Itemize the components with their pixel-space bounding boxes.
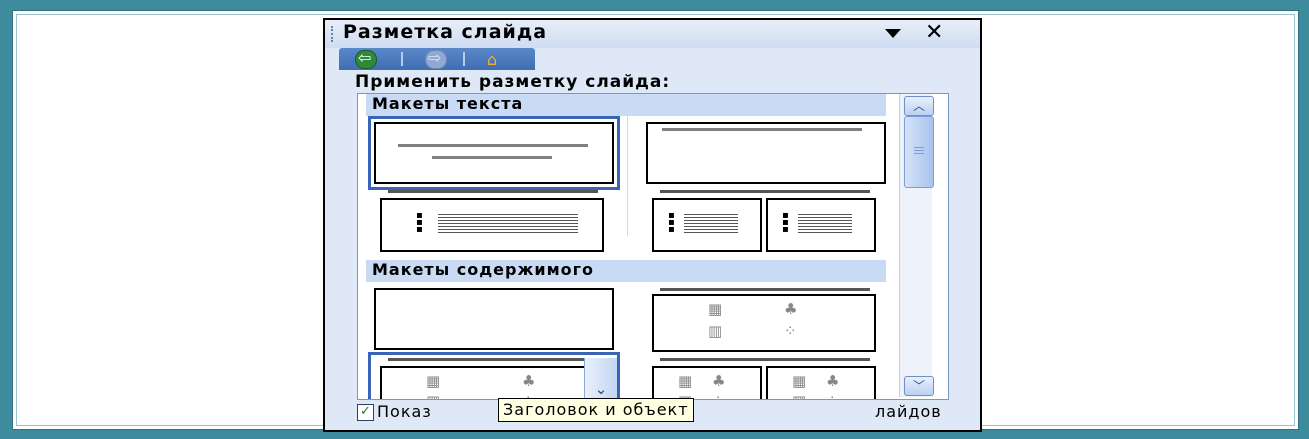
layout-gallery: Макеты текста ▪ ▪ ▪ ▪ ▪ ▪ ▪ ▪ ▪ Макеты с… bbox=[357, 93, 949, 400]
slide-layout-pane: Разметка слайда ✕ ⌂ Применить разметку с… bbox=[323, 18, 982, 432]
pane-nav-toolbar: ⌂ bbox=[339, 48, 535, 70]
layout-title-slide[interactable] bbox=[368, 116, 620, 190]
clipart-icon: ♣ bbox=[522, 372, 536, 390]
pane-titlebar: Разметка слайда ✕ bbox=[325, 20, 980, 48]
section-content-layouts: Макеты содержимого bbox=[366, 260, 886, 282]
gallery-scrollbar[interactable]: ︿ ﹀ bbox=[899, 94, 934, 397]
scroll-down-button[interactable]: ﹀ bbox=[904, 376, 934, 396]
layout-tooltip: Заголовок и объект bbox=[498, 398, 694, 422]
pane-menu-dropdown-icon[interactable] bbox=[885, 29, 901, 38]
home-icon[interactable]: ⌂ bbox=[487, 50, 497, 69]
apply-layout-label: Применить разметку слайда: bbox=[355, 72, 671, 92]
layout-dropdown-button[interactable]: ⌄ bbox=[584, 358, 617, 399]
table-icon: ▦ bbox=[426, 372, 441, 390]
pane-title: Разметка слайда bbox=[343, 21, 548, 43]
layout-title-two-content[interactable]: ▦ ♣ ▥ ⁘ ▦ ♣ ▥ ⁘ bbox=[646, 358, 886, 399]
diagram-icon: ⁘ bbox=[784, 322, 797, 340]
layout-title-only[interactable] bbox=[646, 122, 886, 184]
back-arrow-icon[interactable] bbox=[355, 48, 377, 69]
table-icon: ▦ bbox=[708, 300, 723, 318]
section-text-layouts: Макеты текста bbox=[366, 94, 886, 116]
scroll-up-button[interactable]: ︿ bbox=[904, 96, 934, 116]
layout-content[interactable]: ▦ ♣ ▥ ⁘ bbox=[646, 288, 886, 352]
layout-blank[interactable] bbox=[374, 288, 614, 350]
layout-title-two-columns-text[interactable]: ▪ ▪ ▪ ▪ ▪ ▪ bbox=[646, 190, 886, 252]
table-icon: ▦ bbox=[792, 372, 807, 390]
layout-title-and-text[interactable]: ▪ ▪ ▪ bbox=[374, 190, 614, 252]
close-icon[interactable]: ✕ bbox=[925, 20, 943, 45]
clipart-icon: ♣ bbox=[712, 372, 726, 390]
drag-grip-icon[interactable] bbox=[331, 26, 337, 42]
scroll-thumb[interactable] bbox=[904, 116, 934, 188]
clipart-icon: ♣ bbox=[826, 372, 840, 390]
show-on-insert-checkbox[interactable]: ✓ bbox=[357, 404, 374, 421]
chart-icon: ▥ bbox=[708, 322, 723, 340]
checkbox-label-end: лайдов bbox=[875, 402, 942, 421]
table-icon: ▦ bbox=[678, 372, 693, 390]
layout-title-and-content[interactable]: ▦ ♣ ▥ ⁘ ⌄ bbox=[368, 352, 620, 399]
forward-arrow-icon[interactable] bbox=[425, 48, 447, 69]
checkbox-label-start: Показ bbox=[377, 402, 432, 421]
clipart-icon: ♣ bbox=[784, 300, 798, 318]
